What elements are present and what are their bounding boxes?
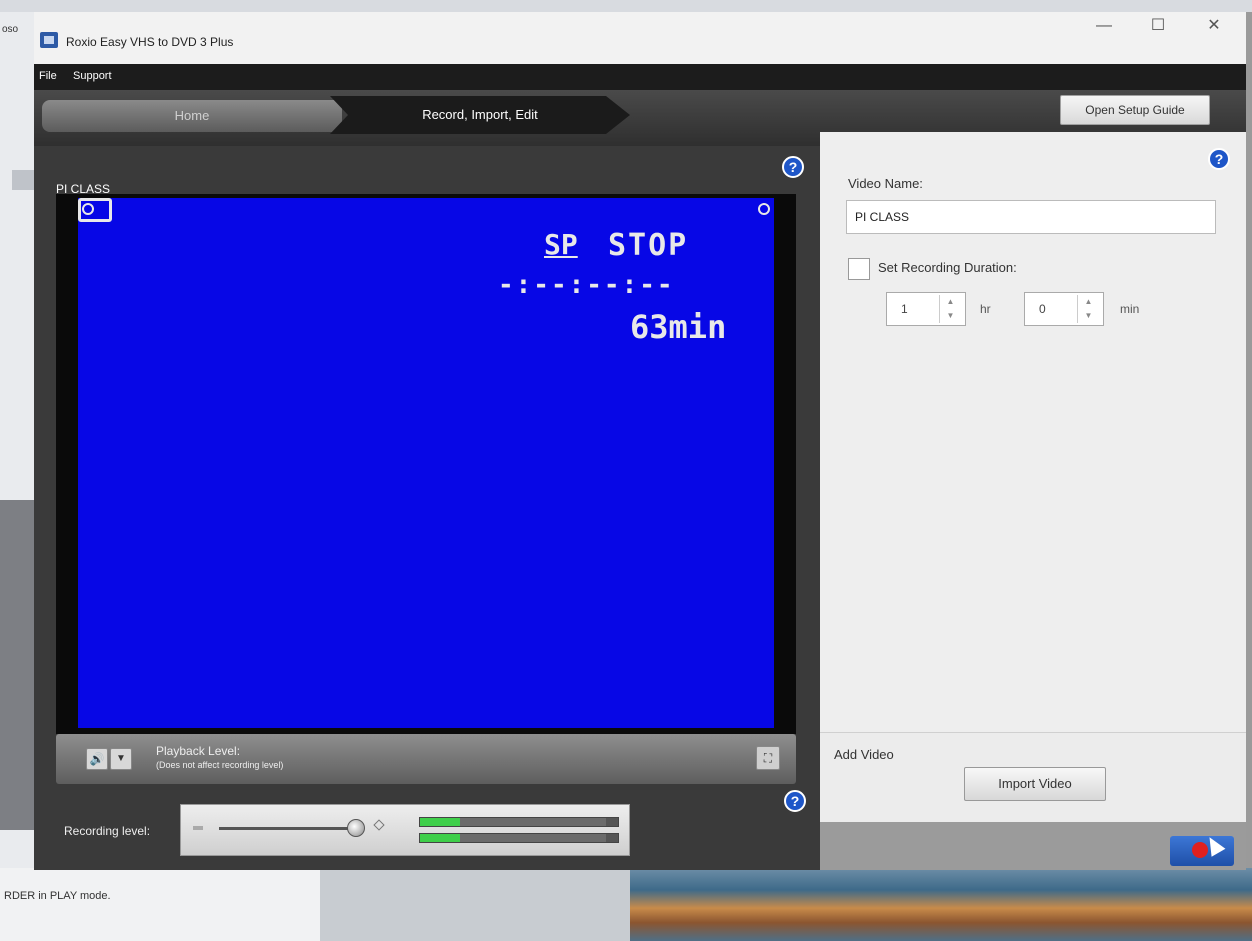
video-preview-frame: SP STOP -:--:--:-- 63min <box>56 194 796 734</box>
video-preview: SP STOP -:--:--:-- 63min <box>78 198 774 728</box>
desktop-bottom-text: RDER in PLAY mode. <box>4 890 111 902</box>
desktop-top-left-text: oso <box>2 24 19 35</box>
menu-file[interactable]: File <box>39 70 57 82</box>
nav-home-tab[interactable]: Home <box>42 100 342 132</box>
slider-min-icon <box>193 826 203 830</box>
osd-time: -:--:--:-- <box>498 270 675 300</box>
desktop-bottom-left-window <box>0 868 320 941</box>
recording-level-label: Recording level: <box>64 824 151 838</box>
slider-thumb[interactable] <box>347 819 365 837</box>
add-video-label: Add Video <box>834 747 894 762</box>
desktop-bottom-mid <box>320 868 630 941</box>
close-button[interactable]: ✕ <box>1194 14 1234 38</box>
window-title: Roxio Easy VHS to DVD 3 Plus <box>66 35 234 49</box>
level-meter-left-end <box>606 818 618 826</box>
level-meter-left-fill <box>420 818 460 826</box>
bottom-action-bar <box>820 822 1246 870</box>
speaker-icon[interactable]: 🔊 <box>86 748 108 770</box>
app-icon <box>40 32 58 48</box>
slider-max-icon <box>373 819 385 831</box>
level-meter-right-fill <box>420 834 460 842</box>
video-name-input[interactable]: PI CLASS <box>846 200 1216 234</box>
chevron-down-icon[interactable]: ▼ <box>110 748 132 770</box>
help-icon[interactable]: ? <box>1208 148 1230 170</box>
desktop-left-dark <box>0 500 34 830</box>
app-window: Roxio Easy VHS to DVD 3 Plus — ☐ ✕ File … <box>34 12 1246 870</box>
playback-level-label: Playback Level: <box>156 744 241 758</box>
video-panel: PI CLASS ? SP STOP -:--:--:-- 63min 🔊 ▼ … <box>34 146 820 870</box>
minutes-stepper[interactable]: 0 ▲ ▼ <box>1024 292 1104 326</box>
level-meter-left <box>419 817 619 827</box>
hours-value: 1 <box>901 302 908 316</box>
import-video-button[interactable]: Import Video <box>964 767 1106 801</box>
recording-duration-checkbox[interactable] <box>848 258 870 280</box>
osd-mode: SP <box>544 228 578 261</box>
desktop-left-strip <box>12 170 34 190</box>
minutes-arrows[interactable]: ▲ ▼ <box>1077 295 1099 323</box>
title-bar: Roxio Easy VHS to DVD 3 Plus — ☐ ✕ <box>34 12 1246 64</box>
add-video-section: Add Video Import Video <box>820 732 1246 822</box>
desktop-bottom-image <box>630 868 1252 941</box>
osd-remaining: 63min <box>630 308 727 346</box>
open-setup-guide-button[interactable]: Open Setup Guide <box>1060 95 1210 125</box>
help-icon[interactable]: ? <box>784 790 806 812</box>
nav-record-import-edit-tab[interactable]: Record, Import, Edit <box>330 96 630 134</box>
menu-support[interactable]: Support <box>73 70 112 82</box>
playback-bar: 🔊 ▼ Playback Level: (Does not affect rec… <box>56 734 796 784</box>
cassette-icon <box>78 198 112 222</box>
playback-level-note: (Does not affect recording level) <box>156 760 284 770</box>
desktop-top-strip <box>0 0 1252 12</box>
maximize-button[interactable]: ☐ <box>1138 14 1178 38</box>
recording-level-control <box>180 804 630 856</box>
settings-panel: ? Video Name: PI CLASS Set Recording Dur… <box>820 132 1246 870</box>
osd-status: STOP <box>608 228 689 263</box>
recording-level-slider[interactable] <box>219 827 359 830</box>
video-name-label: Video Name: <box>848 176 923 191</box>
help-icon[interactable]: ? <box>782 156 804 178</box>
hours-arrows[interactable]: ▲ ▼ <box>939 295 961 323</box>
minutes-unit: min <box>1120 302 1140 316</box>
hours-stepper[interactable]: 1 ▲ ▼ <box>886 292 966 326</box>
fullscreen-icon[interactable]: ⛶ <box>756 746 780 770</box>
minimize-button[interactable]: — <box>1084 14 1124 38</box>
recording-duration-label: Set Recording Duration: <box>878 260 1017 275</box>
menu-bar: File Support <box>34 64 1246 90</box>
level-meter-right <box>419 833 619 843</box>
level-meter-right-end <box>606 834 618 842</box>
minutes-value: 0 <box>1039 302 1046 316</box>
hours-unit: hr <box>980 302 991 316</box>
